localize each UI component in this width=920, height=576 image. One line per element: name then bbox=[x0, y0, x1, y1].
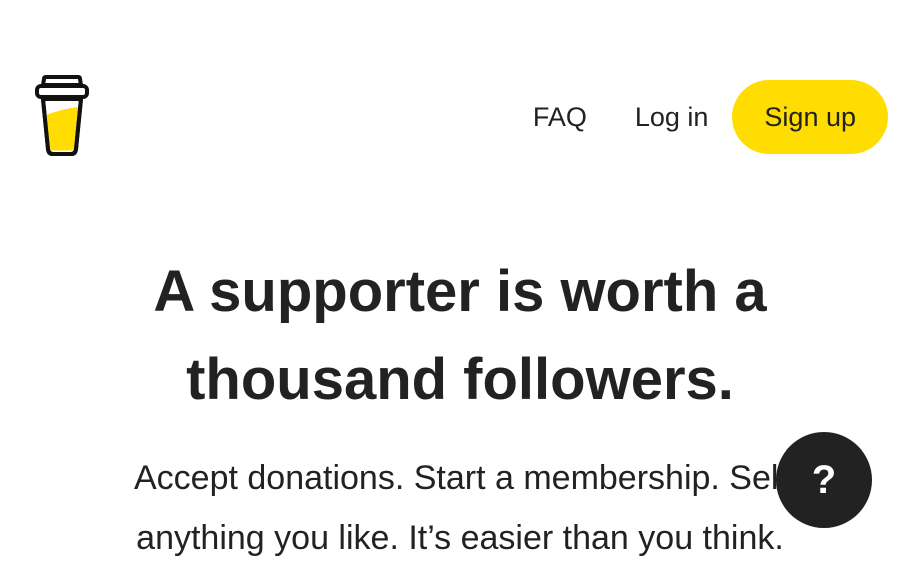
hero-subtitle-line-1: Accept donations. Start a membership. Se… bbox=[134, 459, 786, 497]
faq-link[interactable]: FAQ bbox=[533, 102, 587, 133]
hero-subtitle: Accept donations. Start a membership. Se… bbox=[90, 448, 830, 568]
hero-title-line-1: A supporter is worth a bbox=[153, 259, 767, 324]
hero-title: A supporter is worth a thousand follower… bbox=[0, 248, 920, 424]
login-link[interactable]: Log in bbox=[635, 102, 709, 133]
hero-subtitle-line-2: anything you like. It’s easier than you … bbox=[136, 519, 784, 557]
landing-page: FAQ Log in Sign up A supporter is worth … bbox=[0, 0, 920, 576]
hero-title-line-2: thousand followers. bbox=[186, 347, 734, 412]
coffee-cup-logo-icon[interactable] bbox=[34, 75, 90, 157]
question-mark-icon: ? bbox=[811, 457, 837, 502]
signup-button[interactable]: Sign up bbox=[732, 80, 888, 154]
top-nav: FAQ Log in Sign up bbox=[533, 80, 888, 154]
help-chat-button[interactable]: ? bbox=[776, 432, 872, 528]
